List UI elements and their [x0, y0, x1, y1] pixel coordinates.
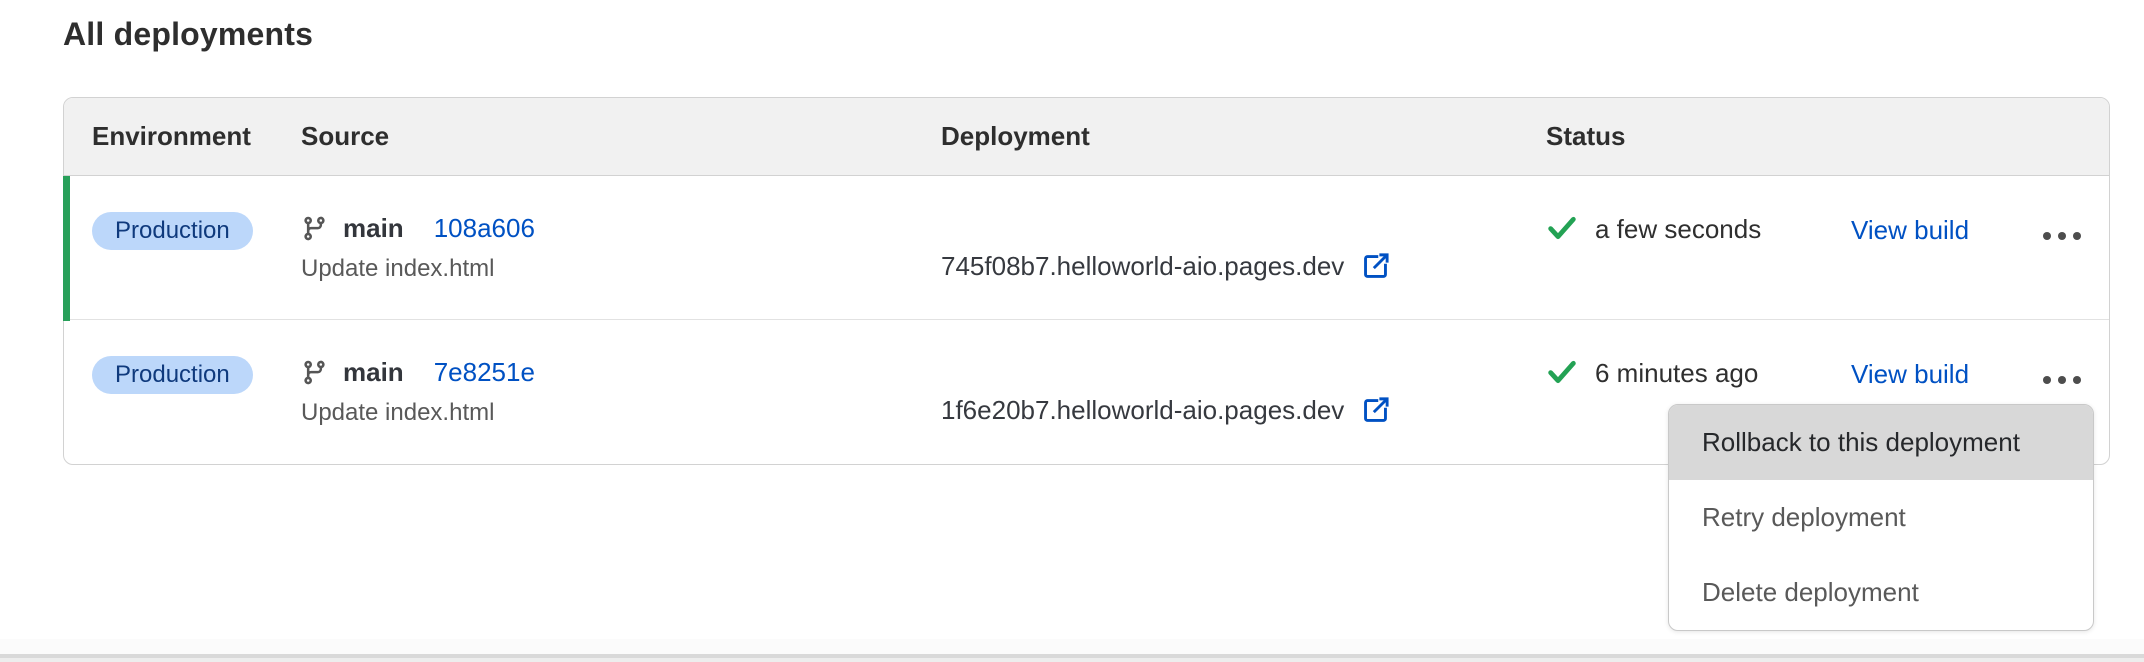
menu-item-retry[interactable]: Retry deployment: [1669, 480, 2093, 555]
success-check-icon: [1546, 212, 1578, 244]
active-deployment-indicator: [63, 176, 70, 321]
actions-menu: Rollback to this deployment Retry deploy…: [1668, 404, 2094, 631]
more-actions-button[interactable]: [2036, 320, 2109, 398]
column-header-deployment: Deployment: [941, 121, 1546, 152]
column-header-source: Source: [301, 121, 941, 152]
commit-link[interactable]: 108a606: [434, 213, 535, 244]
page-bottom-band: [0, 639, 2144, 654]
page-bottom-tail: [0, 658, 2144, 662]
view-build-link[interactable]: View build: [1851, 359, 1969, 389]
more-actions-button[interactable]: [2036, 176, 2109, 254]
ellipsis-icon: [2043, 232, 2051, 240]
branch-name: main: [343, 213, 404, 244]
deployment-url: 1f6e20b7.helloworld-aio.pages.dev: [941, 395, 1344, 426]
environment-badge: Production: [92, 356, 253, 394]
deployment-status: 6 minutes ago: [1595, 355, 1758, 389]
column-header-status: Status: [1546, 121, 1851, 152]
table-row: Production main 108a606 Update index.htm…: [64, 176, 2109, 320]
commit-message: Update index.html: [301, 255, 941, 283]
environment-badge: Production: [92, 212, 253, 250]
commit-message: Update index.html: [301, 399, 941, 427]
menu-item-rollback[interactable]: Rollback to this deployment: [1669, 405, 2093, 480]
branch-name: main: [343, 357, 404, 388]
external-link-icon[interactable]: [1360, 251, 1391, 282]
menu-item-delete[interactable]: Delete deployment: [1669, 555, 2093, 630]
table-header: Environment Source Deployment Status: [64, 98, 2109, 176]
external-link-icon[interactable]: [1360, 395, 1391, 426]
deployment-status: a few seconds: [1595, 211, 1761, 245]
git-branch-icon: [301, 359, 328, 386]
column-header-environment: Environment: [92, 121, 301, 152]
git-branch-icon: [301, 215, 328, 242]
success-check-icon: [1546, 356, 1578, 388]
commit-link[interactable]: 7e8251e: [434, 357, 535, 388]
ellipsis-icon: [2043, 376, 2051, 384]
view-build-link[interactable]: View build: [1851, 215, 1969, 245]
page-title: All deployments: [63, 16, 313, 53]
deployment-url: 745f08b7.helloworld-aio.pages.dev: [941, 251, 1344, 282]
